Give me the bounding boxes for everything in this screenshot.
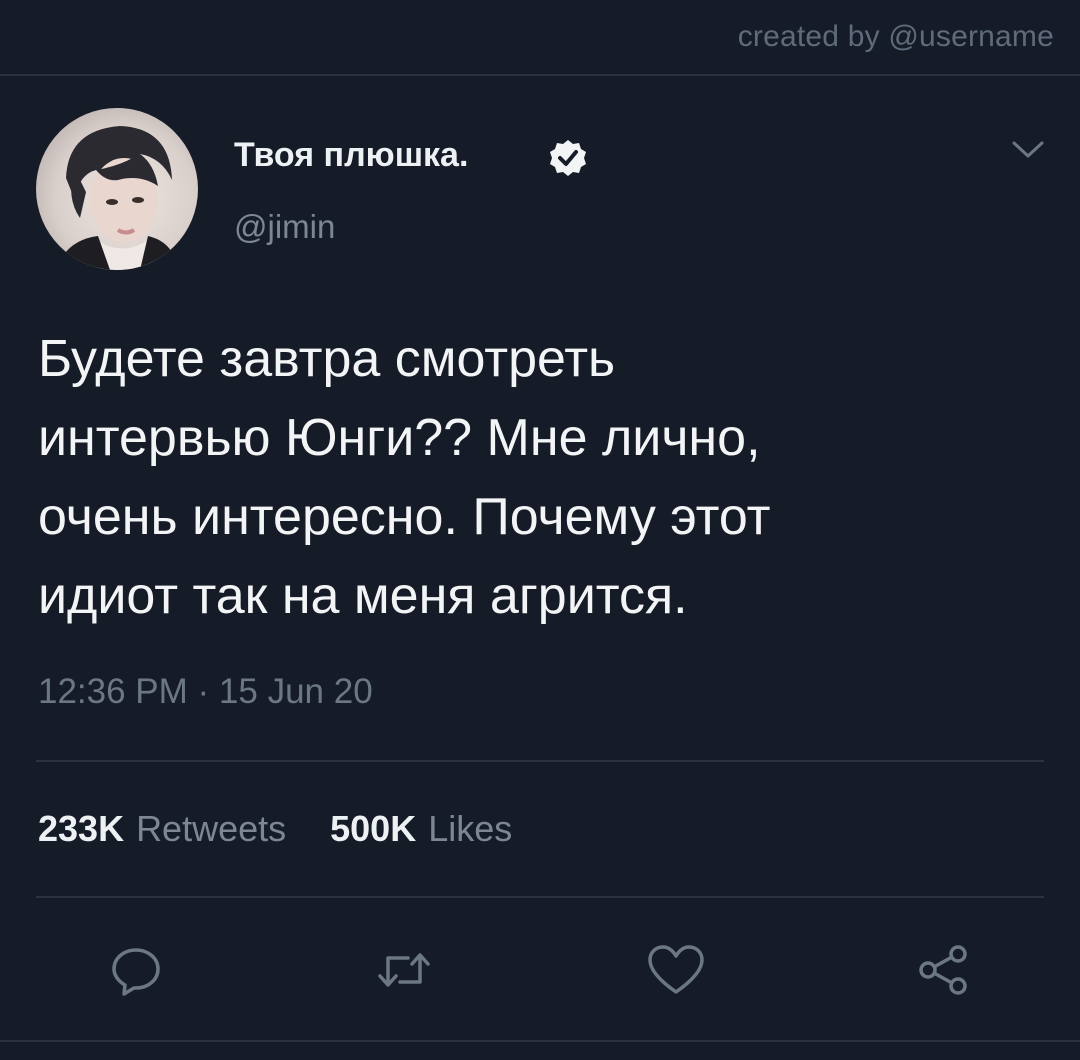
likes-label: Likes	[428, 808, 513, 849]
avatar[interactable]	[36, 108, 198, 270]
share-button[interactable]	[912, 938, 976, 1002]
divider	[36, 896, 1044, 898]
share-icon	[919, 945, 967, 995]
tweet-text: Будете завтра смотреть интервью Юнги?? М…	[38, 330, 771, 625]
divider	[36, 760, 1044, 762]
verified-badge-icon	[550, 140, 586, 176]
reply-icon	[112, 948, 160, 996]
username-handle[interactable]: @jimin	[234, 208, 335, 246]
like-button[interactable]	[644, 938, 708, 1002]
display-name[interactable]: Твоя плюшка.	[234, 136, 468, 175]
top-bar: created by @username	[0, 0, 1080, 76]
profile-photo-icon	[56, 126, 178, 270]
retweet-button[interactable]	[372, 938, 436, 1002]
credit-text: created by @username	[737, 20, 1054, 53]
retweet-icon	[378, 953, 430, 987]
bottom-divider	[0, 1040, 1080, 1042]
engagement-stats: 233K Retweets 500K Likes	[38, 808, 512, 850]
retweets-label: Retweets	[136, 808, 287, 849]
like-icon	[648, 945, 704, 994]
tweet-timestamp[interactable]: 12:36 PM · 15 Jun 20	[38, 672, 373, 712]
retweets-stat[interactable]: 233K Retweets	[38, 808, 286, 850]
chevron-down-icon[interactable]	[1010, 138, 1046, 162]
likes-count: 500K	[330, 808, 417, 849]
retweets-count: 233K	[38, 808, 125, 849]
likes-stat[interactable]: 500K Likes	[330, 808, 512, 850]
reply-button[interactable]	[104, 938, 168, 1002]
